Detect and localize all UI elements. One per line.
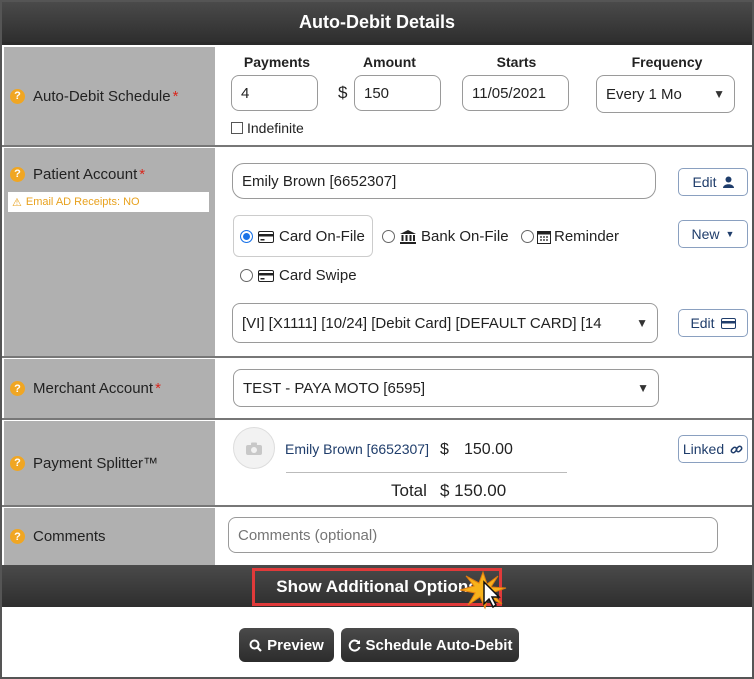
total-value: $ 150.00	[440, 481, 507, 500]
required-mark: *	[155, 380, 161, 397]
splitter-label-cell: ? Payment Splitter™	[4, 421, 215, 505]
row-divider	[2, 356, 752, 358]
title-divider	[2, 42, 752, 45]
help-icon[interactable]: ?	[10, 529, 25, 544]
click-burst-icon	[459, 570, 507, 610]
required-mark: *	[172, 87, 179, 105]
frequency-value: Every 1 Mo	[606, 85, 682, 103]
new-button[interactable]: New ▼	[678, 220, 748, 248]
merchant-select[interactable]: TEST - PAYA MOTO [6595] ▼	[233, 369, 659, 407]
linked-button[interactable]: Linked	[678, 435, 748, 463]
preview-label: Preview	[267, 636, 324, 654]
comments-label: Comments	[33, 528, 106, 545]
caret-down-icon: ▼	[725, 229, 735, 239]
payments-input[interactable]: 4	[231, 75, 318, 111]
link-icon	[730, 445, 743, 453]
total-label: Total	[391, 481, 427, 500]
chevron-down-icon: ▼	[637, 381, 649, 395]
frequency-header: Frequency	[631, 54, 703, 70]
merchant-label: Merchant Account	[33, 380, 154, 397]
splitter-label: Payment Splitter™	[33, 454, 159, 472]
user-icon	[722, 176, 734, 188]
row-divider	[2, 505, 752, 507]
required-mark: *	[139, 165, 146, 183]
card-select[interactable]: [VI] [X1111] [10/24] [Debit Card] [DEFAU…	[232, 303, 658, 343]
help-icon[interactable]: ?	[10, 381, 25, 396]
schedule-label: Auto-Debit Schedule	[33, 87, 171, 105]
credit-card-icon	[258, 269, 274, 282]
reminder-label: Reminder	[554, 228, 620, 245]
camera-icon	[246, 442, 262, 455]
credit-card-icon	[720, 317, 736, 329]
splitter-currency: $	[440, 441, 449, 458]
edit-patient-button[interactable]: Edit	[678, 168, 748, 196]
edit-patient-label: Edit	[692, 174, 717, 190]
indefinite-label: Indefinite	[247, 120, 304, 136]
row-divider	[2, 145, 752, 147]
frequency-select[interactable]: Every 1 Mo ▼	[596, 75, 735, 113]
card-value: [VI] [X1111] [10/24] [Debit Card] [DEFAU…	[242, 314, 602, 332]
card-on-file-label: Card On-File	[279, 228, 365, 245]
calendar-icon	[537, 230, 551, 244]
help-icon[interactable]: ?	[10, 88, 25, 104]
auto-debit-panel: Auto-Debit Details ? Auto-Debit Schedule…	[0, 0, 754, 679]
start-date-input[interactable]: 11/05/2021	[462, 75, 569, 111]
linked-label: Linked	[682, 441, 725, 457]
refresh-icon	[348, 639, 360, 651]
payment-type-bank-on-file[interactable]: Bank On-File	[382, 228, 509, 245]
payment-type-card-on-file[interactable]: Card On-File	[240, 228, 365, 245]
amount-input[interactable]: 150	[354, 75, 441, 111]
amount-header: Amount	[363, 54, 416, 70]
warning-text: Email AD Receipts: NO	[25, 196, 140, 208]
email-receipts-warning: ⚠ Email AD Receipts: NO	[8, 192, 209, 212]
card-swipe-label: Card Swipe	[279, 267, 357, 284]
comments-input[interactable]	[228, 517, 718, 553]
patient-account-input[interactable]: Emily Brown [6652307]	[232, 163, 656, 199]
radio-card-on-file[interactable]	[240, 230, 253, 243]
payment-type-card-swipe[interactable]: Card Swipe	[240, 267, 357, 284]
payment-type-reminder[interactable]: Reminder	[521, 228, 619, 245]
chevron-down-icon: ▼	[713, 87, 725, 101]
merchant-value: TEST - PAYA MOTO [6595]	[243, 379, 426, 397]
merchant-label-cell: ? Merchant Account *	[4, 359, 215, 418]
warning-icon: ⚠	[12, 196, 22, 209]
avatar	[233, 427, 275, 469]
payments-header: Payments	[243, 54, 311, 70]
credit-card-icon	[258, 230, 274, 243]
schedule-auto-debit-button[interactable]: Schedule Auto-Debit	[341, 628, 519, 662]
schedule-auto-debit-label: Schedule Auto-Debit	[365, 636, 513, 654]
radio-card-swipe[interactable]	[240, 269, 253, 282]
help-icon[interactable]: ?	[10, 455, 25, 471]
splitter-amount[interactable]: 150.00	[464, 441, 513, 459]
indefinite-checkbox[interactable]	[231, 122, 243, 134]
page-title: Auto-Debit Details	[2, 2, 752, 42]
indefinite-option[interactable]: Indefinite	[231, 120, 304, 136]
chevron-down-icon: ▼	[636, 316, 648, 330]
splitter-account-link[interactable]: Emily Brown [6652307]	[285, 441, 429, 457]
edit-card-label: Edit	[690, 315, 715, 331]
additional-options-label: Show Additional Options	[276, 577, 478, 596]
comments-label-cell: ? Comments	[4, 508, 215, 565]
patient-label-cell: ? Patient Account *	[4, 148, 215, 356]
search-icon	[249, 639, 262, 652]
currency-symbol: $	[338, 83, 348, 102]
help-icon[interactable]: ?	[10, 166, 25, 182]
bank-icon	[400, 229, 416, 244]
bank-on-file-label: Bank On-File	[421, 228, 509, 245]
total-divider	[286, 472, 567, 473]
schedule-label-cell: ? Auto-Debit Schedule *	[4, 47, 215, 145]
starts-header: Starts	[496, 54, 537, 70]
radio-bank-on-file[interactable]	[382, 230, 395, 243]
new-label: New	[691, 226, 720, 242]
radio-reminder[interactable]	[521, 230, 534, 243]
patient-label: Patient Account	[33, 165, 138, 183]
preview-button[interactable]: Preview	[239, 628, 334, 662]
row-divider	[2, 418, 752, 420]
edit-card-button[interactable]: Edit	[678, 309, 748, 337]
